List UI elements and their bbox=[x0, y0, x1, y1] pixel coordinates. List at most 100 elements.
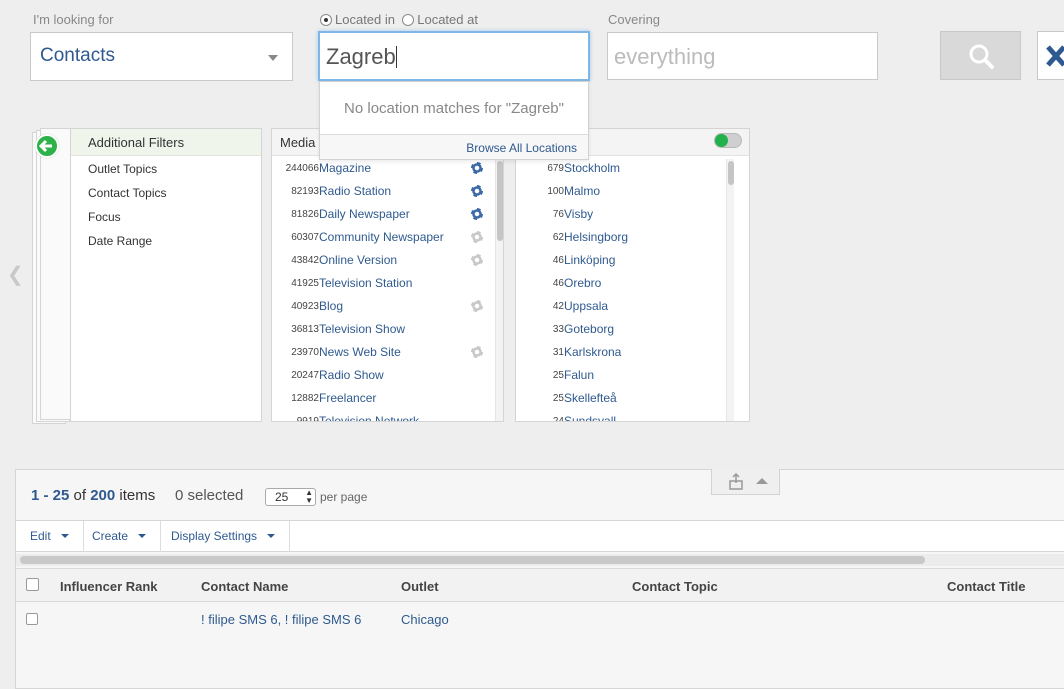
list-item[interactable]: 40923 Blog bbox=[291, 295, 489, 318]
item-name[interactable]: Karlskrona bbox=[564, 341, 621, 364]
list-item[interactable]: 20247 Radio Show bbox=[291, 364, 489, 387]
list-item[interactable]: 12882 Freelancer bbox=[291, 387, 489, 410]
list-item[interactable]: 31 Karlskrona bbox=[553, 341, 734, 364]
item-name[interactable]: Television Show bbox=[319, 318, 405, 341]
located-at-radio[interactable]: Located at bbox=[402, 12, 478, 27]
col-contact-topic[interactable]: Contact Topic bbox=[632, 579, 718, 594]
item-name[interactable]: Television Network bbox=[319, 410, 419, 421]
item-name[interactable]: Radio Show bbox=[319, 364, 384, 387]
browse-all-locations-link[interactable]: Browse All Locations bbox=[466, 141, 577, 155]
item-name[interactable]: Radio Station bbox=[319, 180, 391, 203]
item-count: 33 bbox=[552, 324, 564, 335]
item-count: 679 bbox=[547, 163, 564, 174]
item-name[interactable]: Sundsvall bbox=[564, 410, 616, 421]
collapse-up-icon[interactable] bbox=[748, 469, 778, 495]
list-item[interactable]: 42 Uppsala bbox=[553, 295, 734, 318]
clear-button[interactable] bbox=[1037, 31, 1064, 80]
col-influencer-rank[interactable]: Influencer Rank bbox=[60, 579, 158, 594]
item-name[interactable]: Visby bbox=[564, 203, 593, 226]
table-row: ! filipe SMS 6, ! filipe SMS 6 Chicago bbox=[16, 603, 1064, 636]
select-all-checkbox[interactable] bbox=[26, 578, 39, 591]
display-settings-button[interactable]: Display Settings bbox=[157, 521, 291, 552]
per-page-select[interactable]: 25 ▲ ▼ bbox=[265, 488, 316, 506]
location-toggle[interactable] bbox=[714, 133, 742, 148]
list-item[interactable]: 100 Malmo bbox=[547, 180, 734, 203]
location-scrollbar[interactable] bbox=[726, 159, 734, 421]
col-contact-title[interactable]: Contact Title bbox=[947, 579, 1026, 594]
row-contact-name[interactable]: ! filipe SMS 6, ! filipe SMS 6 bbox=[201, 612, 361, 627]
item-name[interactable]: Online Version bbox=[319, 249, 397, 272]
filter-contact-topics[interactable]: Contact Topics bbox=[71, 181, 261, 205]
list-item[interactable]: 41925 Television Station bbox=[291, 272, 489, 295]
item-name[interactable]: Community Newspaper bbox=[319, 226, 444, 249]
list-item[interactable]: 43842 Online Version bbox=[291, 249, 489, 272]
gear-icon[interactable] bbox=[471, 231, 483, 243]
filter-focus[interactable]: Focus bbox=[71, 205, 261, 229]
list-item[interactable]: 81826 Daily Newspaper bbox=[291, 203, 489, 226]
item-name[interactable]: Stockholm bbox=[564, 157, 620, 180]
covering-input[interactable]: everything bbox=[607, 32, 878, 80]
filter-outlet-topics[interactable]: Outlet Topics bbox=[71, 157, 261, 181]
item-name[interactable]: Magazine bbox=[319, 157, 371, 180]
edit-menu-button[interactable]: Edit bbox=[16, 521, 84, 552]
list-item[interactable]: 46 Orebro bbox=[553, 272, 734, 295]
item-name[interactable]: Freelancer bbox=[319, 387, 376, 410]
item-name[interactable]: Goteborg bbox=[564, 318, 614, 341]
gear-icon[interactable] bbox=[471, 300, 483, 312]
filters-title: Additional Filters bbox=[71, 129, 261, 156]
list-item[interactable]: 679 Stockholm bbox=[547, 157, 734, 180]
gear-icon[interactable] bbox=[471, 346, 483, 358]
list-item[interactable]: 244066 Magazine bbox=[286, 157, 489, 180]
located-in-radio[interactable]: Located in bbox=[320, 12, 395, 27]
gear-icon[interactable] bbox=[471, 162, 483, 174]
gear-icon[interactable] bbox=[471, 208, 483, 220]
list-item[interactable]: 60307 Community Newspaper bbox=[291, 226, 489, 249]
list-item[interactable]: 25 Falun bbox=[553, 364, 734, 387]
looking-for-select[interactable]: Contacts bbox=[30, 32, 293, 81]
media-scroll-thumb[interactable] bbox=[497, 161, 503, 241]
back-button[interactable] bbox=[35, 134, 59, 158]
location-input[interactable]: Zagreb bbox=[318, 31, 590, 81]
gear-icon[interactable] bbox=[471, 254, 483, 266]
list-item[interactable]: 82193 Radio Station bbox=[291, 180, 489, 203]
col-contact-name[interactable]: Contact Name bbox=[201, 579, 288, 594]
location-mode-group: Located in Located at bbox=[320, 12, 478, 27]
list-item[interactable]: 23970 News Web Site bbox=[291, 341, 489, 364]
item-name[interactable]: Uppsala bbox=[564, 295, 608, 318]
horizontal-scroll-thumb[interactable] bbox=[20, 556, 925, 564]
item-count: 20247 bbox=[291, 370, 319, 381]
list-item[interactable]: 24 Sundsvall bbox=[553, 410, 734, 421]
list-item[interactable]: 76 Visby bbox=[553, 203, 734, 226]
search-button[interactable] bbox=[940, 31, 1021, 80]
gear-icon[interactable] bbox=[471, 185, 483, 197]
additional-filters-panel: Additional Filters Outlet Topics Contact… bbox=[70, 128, 262, 422]
item-name[interactable]: Orebro bbox=[564, 272, 601, 295]
export-icon[interactable] bbox=[716, 469, 750, 495]
list-item[interactable]: 33 Goteborg bbox=[553, 318, 734, 341]
item-name[interactable]: Blog bbox=[319, 295, 343, 318]
col-outlet[interactable]: Outlet bbox=[401, 579, 439, 594]
list-item[interactable]: 25 Skellefteå bbox=[553, 387, 734, 410]
list-item[interactable]: 46 Linköping bbox=[553, 249, 734, 272]
item-name[interactable]: Daily Newspaper bbox=[319, 203, 410, 226]
item-name[interactable]: Skellefteå bbox=[564, 387, 617, 410]
list-item[interactable]: 9919 Television Network bbox=[297, 410, 489, 421]
item-name[interactable]: News Web Site bbox=[319, 341, 401, 364]
results-toolbar: Edit Create Display Settings bbox=[16, 520, 1064, 552]
item-name[interactable]: Malmo bbox=[564, 180, 600, 203]
row-checkbox[interactable] bbox=[26, 613, 38, 625]
row-outlet[interactable]: Chicago bbox=[401, 612, 449, 627]
filter-date-range[interactable]: Date Range bbox=[71, 229, 261, 253]
media-scrollbar[interactable] bbox=[495, 159, 503, 421]
caret-down-icon bbox=[60, 534, 69, 538]
item-name[interactable]: Linköping bbox=[564, 249, 615, 272]
create-menu-button[interactable]: Create bbox=[78, 521, 162, 552]
item-name[interactable]: Helsingborg bbox=[564, 226, 628, 249]
item-name[interactable]: Television Station bbox=[319, 272, 412, 295]
location-scroll-thumb[interactable] bbox=[728, 161, 734, 185]
item-name[interactable]: Falun bbox=[564, 364, 594, 387]
item-count: 46 bbox=[552, 255, 564, 266]
list-item[interactable]: 36813 Television Show bbox=[291, 318, 489, 341]
list-item[interactable]: 62 Helsingborg bbox=[553, 226, 734, 249]
chevron-left-icon[interactable]: ❮ bbox=[7, 262, 24, 287]
